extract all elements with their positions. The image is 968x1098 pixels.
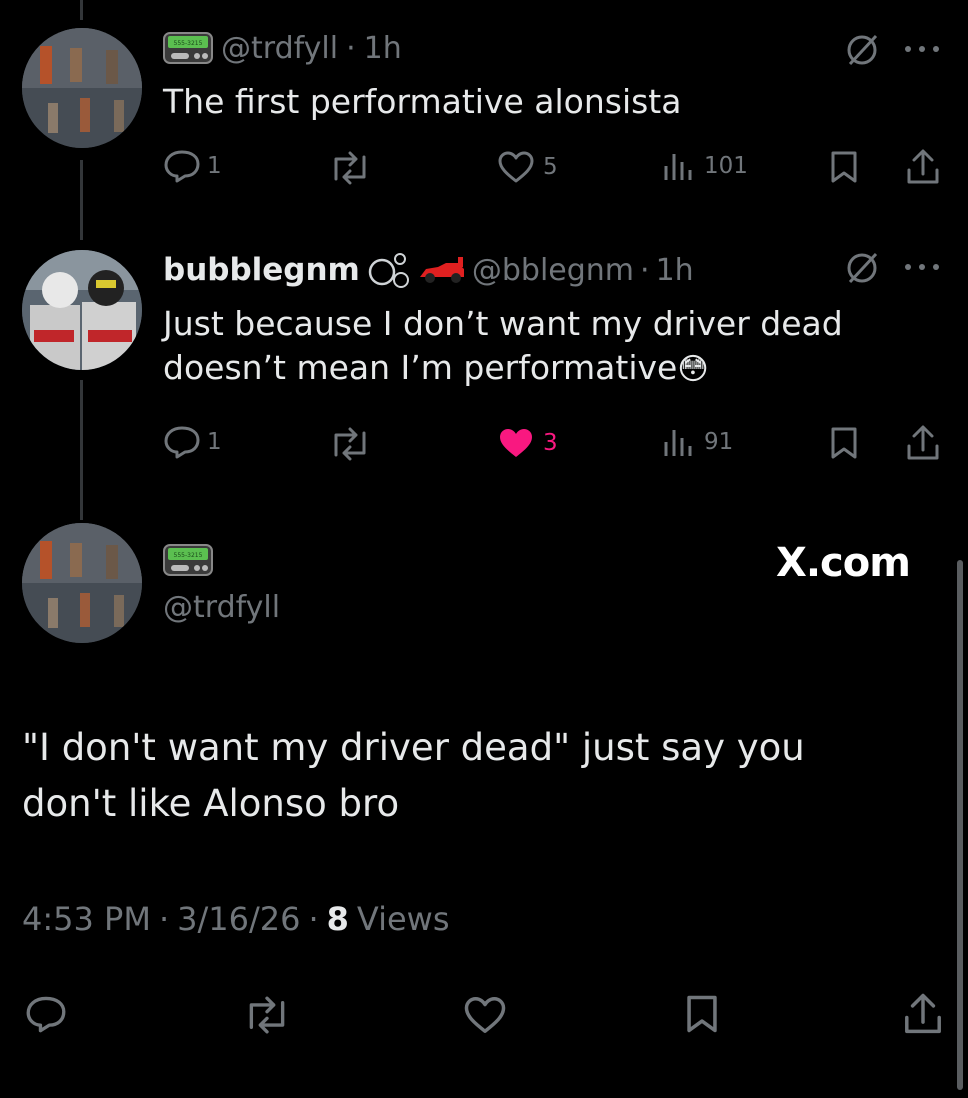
more-icon[interactable] xyxy=(902,44,942,54)
race-car-icon xyxy=(418,255,466,285)
reply-count: 1 xyxy=(207,429,222,455)
tweet-text: Just because I don’t want my driver dead… xyxy=(163,302,843,392)
tweet-date[interactable]: 3/16/26 xyxy=(177,900,300,938)
separator: · xyxy=(308,900,319,938)
like-action[interactable]: 5 xyxy=(497,150,558,184)
reply-action[interactable]: 1 xyxy=(163,148,222,184)
bookmark-icon[interactable] xyxy=(829,426,859,460)
tweet-text: "I don't want my driver dead" just say y… xyxy=(22,720,805,832)
bookmark-icon[interactable] xyxy=(684,994,720,1034)
like-count: 3 xyxy=(543,430,558,456)
views-count: 91 xyxy=(704,429,734,455)
avatar[interactable] xyxy=(22,523,142,643)
bookmark-icon[interactable] xyxy=(829,150,859,184)
reply-icon[interactable] xyxy=(24,994,68,1034)
reply-action[interactable]: 1 xyxy=(163,424,222,460)
separator: · xyxy=(346,30,356,66)
grok-icon[interactable] xyxy=(844,250,880,286)
share-icon[interactable] xyxy=(902,992,944,1036)
display-name[interactable]: bubblegnm xyxy=(163,252,360,288)
retweet-icon[interactable] xyxy=(242,996,292,1034)
avatar[interactable] xyxy=(22,28,142,148)
reply-header: 555-3215 @trdfyll · 1h xyxy=(163,28,402,68)
thread-line-2 xyxy=(80,380,83,520)
share-icon[interactable] xyxy=(905,148,941,186)
pager-icon: 555-3215 xyxy=(163,543,213,577)
like-action[interactable]: 3 xyxy=(497,426,558,460)
x-watermark: X.com xyxy=(776,540,911,586)
avatar[interactable] xyxy=(22,250,142,370)
tweet-text-line: Just because I don’t want my driver dead xyxy=(163,304,843,343)
tweet-text-line-body: doesn’t mean I’m performative xyxy=(163,348,678,387)
views-action[interactable]: 101 xyxy=(662,150,748,182)
tweet-text-line: don't like Alonso bro xyxy=(22,782,400,825)
views-action[interactable]: 91 xyxy=(662,426,733,458)
retweet-icon[interactable] xyxy=(328,427,372,461)
timestamp[interactable]: 1h xyxy=(656,253,694,288)
views-count: 8 xyxy=(326,900,349,938)
author-handle[interactable]: @bblegnm xyxy=(472,253,634,288)
tweet-meta: 4:53 PM · 3/16/26 · 8 Views xyxy=(22,900,450,938)
reply-icon xyxy=(163,424,201,460)
thread-line-1 xyxy=(80,160,83,240)
thread-line-top xyxy=(80,0,83,20)
views-label: Views xyxy=(356,900,450,938)
timestamp[interactable]: 1h xyxy=(364,31,402,66)
grok-icon[interactable] xyxy=(844,32,880,68)
separator: · xyxy=(158,900,170,938)
like-icon xyxy=(497,426,535,460)
scrollbar[interactable] xyxy=(957,560,963,1090)
badge-label: 555-3215 xyxy=(174,552,203,559)
badge-label: 555-3215 xyxy=(174,40,203,47)
separator: · xyxy=(640,252,650,288)
tweet-text-line: "I don't want my driver dead" just say y… xyxy=(22,726,805,769)
reply-header: bubblegnm @bblegnm · 1h xyxy=(163,250,694,290)
views-icon xyxy=(662,150,696,182)
reply-count: 1 xyxy=(207,153,222,179)
pager-icon: 555-3215 xyxy=(163,31,213,65)
retweet-icon[interactable] xyxy=(328,151,372,185)
reply-icon xyxy=(163,148,201,184)
share-icon[interactable] xyxy=(905,424,941,462)
author-handle[interactable]: @trdfyll xyxy=(163,590,280,625)
tweet-text: The first performative alonsista xyxy=(163,82,682,121)
views-icon xyxy=(662,426,696,458)
tweet-text-line: doesn’t mean I’m performative😳 xyxy=(163,346,843,392)
bubbles-icon xyxy=(366,250,412,290)
author-handle[interactable]: @trdfyll xyxy=(221,31,338,66)
views-count: 101 xyxy=(704,153,748,179)
tweet-time[interactable]: 4:53 PM xyxy=(22,900,151,938)
more-icon[interactable] xyxy=(902,262,942,272)
like-icon xyxy=(497,150,535,184)
flushed-emoji: 😳 xyxy=(677,352,709,387)
like-count: 5 xyxy=(543,154,558,180)
like-icon[interactable] xyxy=(463,995,507,1035)
